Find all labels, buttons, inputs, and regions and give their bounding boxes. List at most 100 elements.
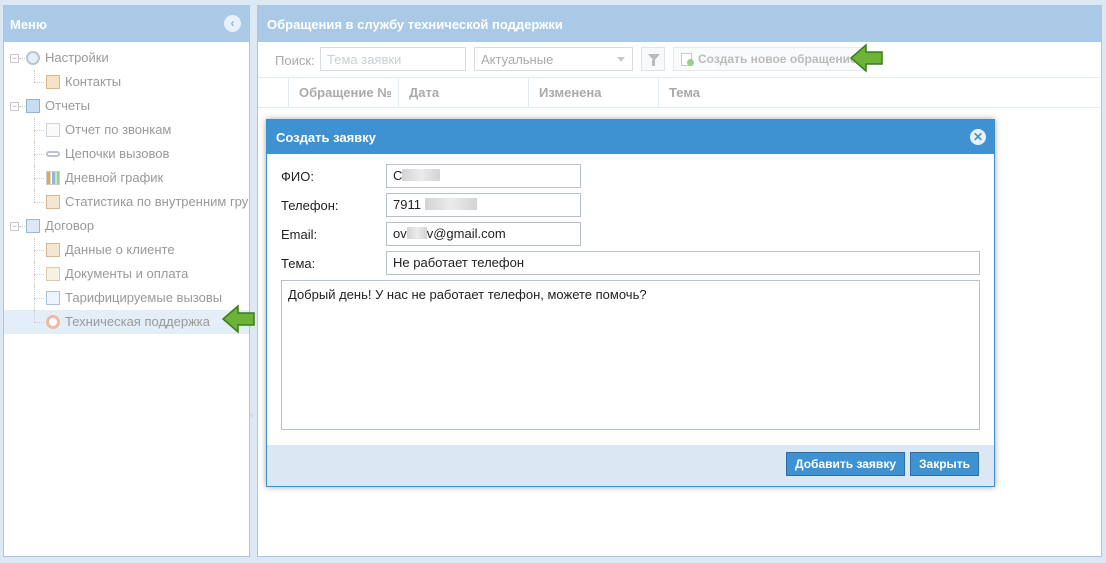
tree-item-settings[interactable]: − Настройки: [4, 46, 249, 70]
message-value: Добрый день! У нас не работает телефон, …: [288, 287, 647, 302]
tree-item-label: Статистика по внутренним гру: [65, 194, 249, 209]
pen-doc-icon: [46, 267, 60, 281]
collapse-menu-icon[interactable]: ‹: [224, 15, 241, 32]
tree-item-client-data[interactable]: Данные о клиенте: [4, 238, 249, 262]
tree-item-documents-payment[interactable]: Документы и оплата: [4, 262, 249, 286]
create-request-label: Создать новое обращение: [698, 52, 857, 66]
tree-line: [34, 70, 35, 82]
phone-label: Телефон:: [281, 198, 339, 213]
filter-icon-stem: [652, 60, 655, 66]
subject-label: Тема:: [281, 256, 316, 271]
tree-line: [34, 310, 35, 322]
email-suffix: v@gmail.com: [426, 226, 506, 241]
panel-splitter[interactable]: ‹: [250, 410, 256, 440]
tree-item-label: Документы и оплата: [65, 266, 189, 281]
tree-line: [34, 298, 44, 299]
settings-icon: [26, 51, 40, 65]
status-select-value: Актуальные: [481, 52, 554, 67]
dialog-body: ФИО: С Телефон: 7911 Email: ov v@gmail.co…: [271, 154, 990, 445]
close-dialog-button[interactable]: Закрыть: [910, 452, 980, 476]
tree-item-label: Техническая поддержка: [65, 314, 210, 329]
list-icon: [46, 291, 60, 305]
tree-item-call-chains[interactable]: Цепочки вызовов: [4, 142, 249, 166]
tree-line: [34, 82, 44, 83]
tree-line: [34, 190, 35, 202]
contract-icon: [26, 219, 40, 233]
tree-line: [34, 154, 44, 155]
tree-item-contacts[interactable]: Контакты: [4, 70, 249, 94]
column-header-modified[interactable]: Изменена: [528, 78, 658, 108]
name-row: ФИО: С: [281, 164, 980, 188]
dialog-footer: Добавить заявку Закрыть: [267, 445, 994, 486]
tree-item-group-stats[interactable]: Статистика по внутренним гру: [4, 190, 249, 214]
redacted-text: [402, 169, 441, 181]
tree-item-label: Настройки: [45, 50, 109, 65]
search-label: Поиск:: [275, 53, 315, 68]
tree-item-billed-calls[interactable]: Тарифицируемые вызовы: [4, 286, 249, 310]
green-arrow-left-icon: [850, 43, 883, 73]
column-header-date[interactable]: Дата: [398, 78, 528, 108]
tree-item-label: Отчет по звонкам: [65, 122, 172, 137]
create-request-button[interactable]: Создать новое обращение: [673, 47, 866, 71]
tree-item-label: Тарифицируемые вызовы: [65, 290, 223, 305]
page-icon: [46, 123, 60, 137]
tree-item-label: Дневной график: [65, 170, 164, 185]
dialog-header: Создать заявку ✕: [267, 120, 994, 154]
dialog-title: Создать заявку: [276, 130, 376, 145]
tree-item-label: Контакты: [65, 74, 122, 89]
phone-value: 7911: [393, 197, 421, 212]
subject-field[interactable]: Не работает телефон: [386, 251, 980, 275]
contacts-icon: [46, 75, 60, 89]
collapse-toggle-icon[interactable]: −: [10, 54, 19, 63]
tree-line: [34, 274, 44, 275]
tree-item-call-report[interactable]: Отчет по звонкам: [4, 118, 249, 142]
subject-row: Тема: Не работает телефон: [281, 251, 980, 275]
menu-header: Меню ‹: [4, 6, 249, 42]
phone-field[interactable]: 7911: [386, 193, 581, 217]
tree-item-reports[interactable]: − Отчеты: [4, 94, 249, 118]
submit-request-button[interactable]: Добавить заявку: [786, 452, 905, 476]
email-prefix: ov: [393, 226, 407, 241]
name-field[interactable]: С: [386, 164, 581, 188]
tree-line: [34, 202, 44, 203]
grid-header: Обращение № Дата Изменена Тема: [258, 78, 1101, 108]
bar-chart-icon: [46, 171, 60, 185]
status-select[interactable]: Актуальные: [474, 47, 633, 71]
tree-line: [34, 130, 44, 131]
filter-button[interactable]: [641, 47, 665, 71]
lock-doc-icon: [46, 195, 60, 209]
toolbar: Поиск: Актуальные Создать новое обращени…: [258, 42, 1101, 78]
tree-item-label: Отчеты: [45, 98, 90, 113]
lock-doc-icon: [46, 243, 60, 257]
subject-value: Не работает телефон: [393, 255, 525, 270]
email-label: Email:: [281, 227, 318, 242]
collapse-toggle-icon[interactable]: −: [10, 102, 19, 111]
tree-item-tech-support[interactable]: Техническая поддержка: [4, 310, 249, 334]
create-request-dialog: Создать заявку ✕ ФИО: С Телефон: 7911 Em…: [266, 119, 995, 487]
name-value: С: [393, 168, 403, 183]
tree-item-daily-chart[interactable]: Дневной график: [4, 166, 249, 190]
search-input[interactable]: [320, 47, 466, 71]
collapse-toggle-icon[interactable]: −: [10, 222, 19, 231]
column-header-subject[interactable]: Тема: [658, 78, 958, 108]
tree-line: [34, 250, 44, 251]
tree-item-label: Цепочки вызовов: [65, 146, 170, 161]
email-row: Email: ov v@gmail.com: [281, 222, 980, 246]
tree-item-contract[interactable]: − Договор: [4, 214, 249, 238]
tree-line: [34, 178, 44, 179]
column-header-number[interactable]: Обращение №: [288, 78, 398, 108]
phone-row: Телефон: 7911: [281, 193, 980, 217]
green-arrow-left-icon: [222, 304, 255, 334]
page-title: Обращения в службу технической поддержки: [258, 6, 1101, 42]
email-field[interactable]: ov v@gmail.com: [386, 222, 581, 246]
chevron-down-icon: [617, 57, 625, 62]
chain-icon: [46, 151, 60, 157]
close-icon[interactable]: ✕: [970, 129, 986, 145]
name-label: ФИО:: [281, 169, 314, 184]
plus-icon: [687, 59, 694, 66]
menu-panel: Меню ‹ − Настройки Контакты − Отчеты Отч…: [3, 5, 250, 557]
message-textarea[interactable]: Добрый день! У нас не работает телефон, …: [281, 280, 980, 430]
reports-icon: [26, 99, 40, 113]
tree-line: [34, 322, 44, 323]
tree-item-label: Договор: [45, 218, 95, 233]
